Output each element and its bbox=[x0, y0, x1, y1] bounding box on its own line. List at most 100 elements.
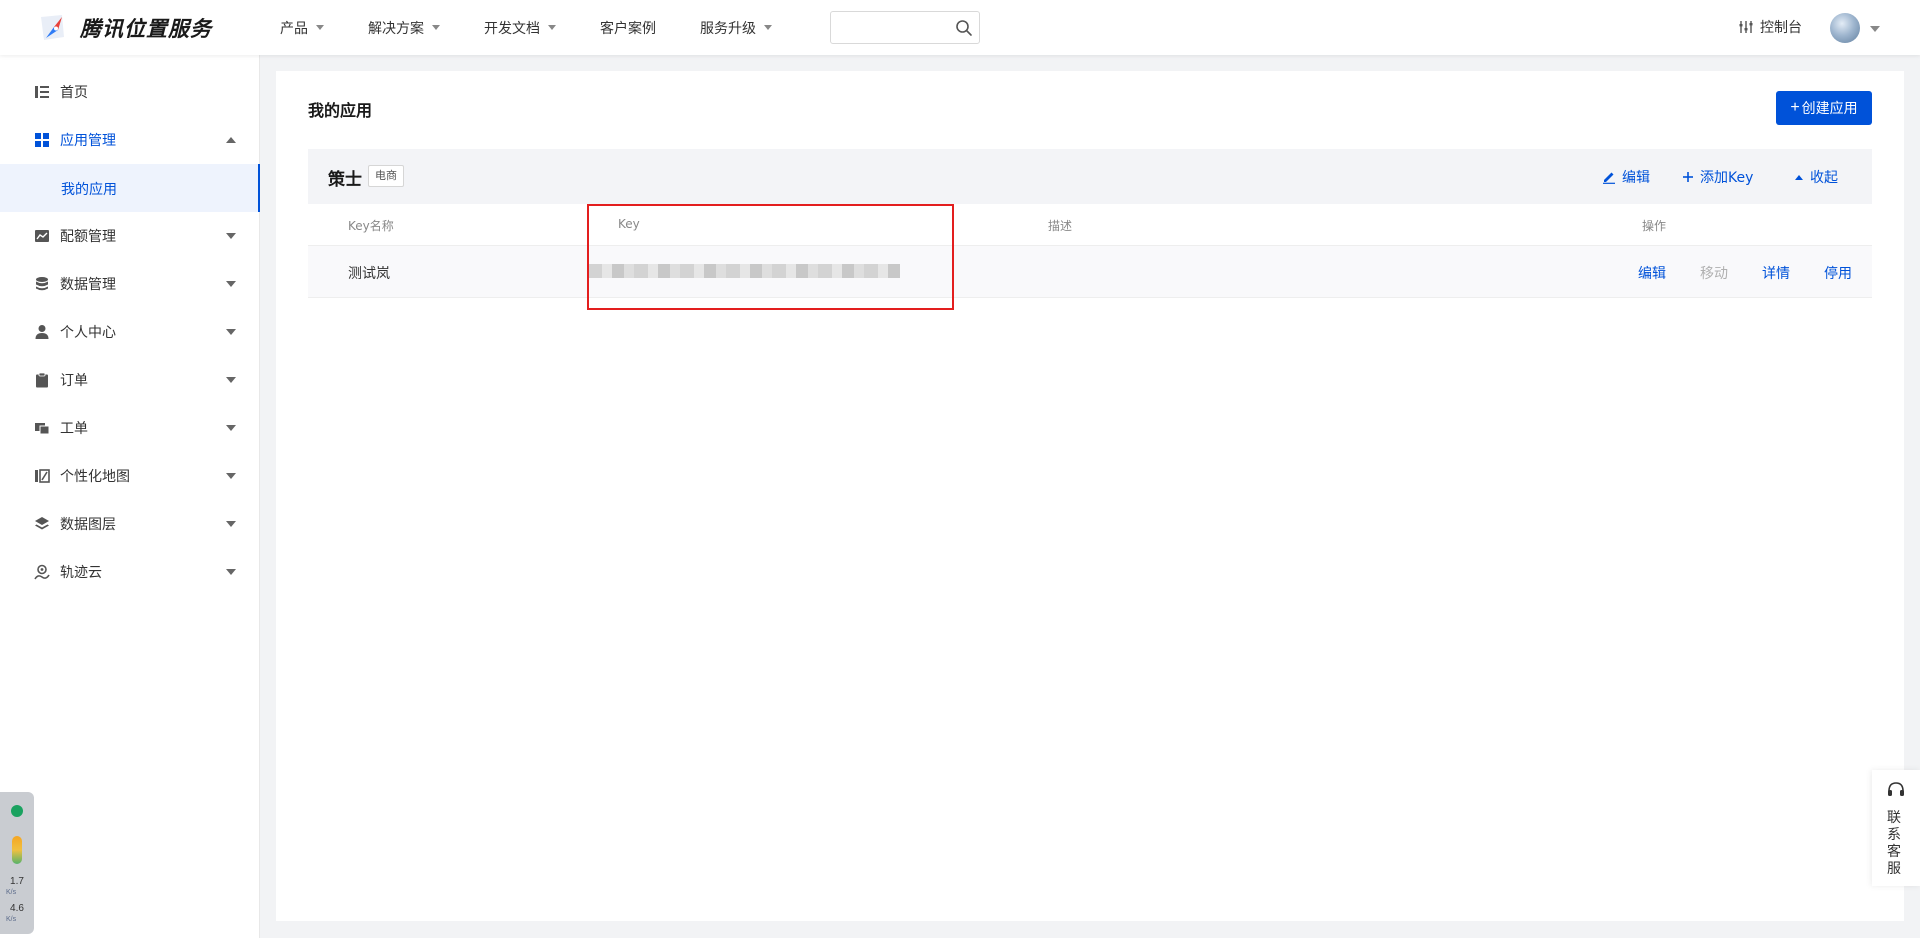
sidebar-item-label: 订单 bbox=[60, 373, 88, 389]
download-unit: K/s bbox=[6, 916, 17, 923]
download-speed: 4.6 bbox=[10, 903, 24, 914]
caret-down-icon bbox=[764, 25, 772, 30]
app-name: 策士 bbox=[328, 170, 362, 190]
caret-down-icon[interactable] bbox=[1870, 26, 1880, 32]
sidebar-item-track-cloud[interactable]: 轨迹云 bbox=[0, 548, 260, 596]
nav-label: 服务升级 bbox=[700, 20, 756, 37]
sidebar-item-quota[interactable]: 配额管理 bbox=[0, 212, 260, 260]
grid-icon bbox=[35, 133, 49, 147]
chevron-down-icon bbox=[226, 473, 236, 479]
chevron-up-icon bbox=[226, 137, 236, 143]
network-monitor-widget[interactable]: 1.7 K/s 4.6 K/s bbox=[0, 792, 34, 934]
caret-down-icon bbox=[316, 25, 324, 30]
table-row: 测试岚 编辑 移动 详情 停用 bbox=[308, 245, 1872, 298]
map-style-icon bbox=[35, 469, 50, 483]
app-card-header: 策士 电商 编辑 添加Key 收起 bbox=[308, 149, 1872, 204]
caret-up-icon bbox=[1795, 175, 1803, 180]
chevron-down-icon bbox=[226, 377, 236, 383]
sidebar-subitem-label: 我的应用 bbox=[61, 182, 117, 198]
status-dot-icon bbox=[11, 805, 23, 817]
row-details-button[interactable]: 详情 bbox=[1762, 263, 1790, 283]
sidebar-item-home[interactable]: 首页 bbox=[0, 68, 260, 116]
console-link[interactable]: 控制台 bbox=[1738, 17, 1802, 37]
sidebar-item-label: 首页 bbox=[60, 85, 88, 101]
sidebar-item-orders[interactable]: 订单 bbox=[0, 356, 260, 404]
nav-label: 客户案例 bbox=[600, 20, 656, 37]
collapse-label: 收起 bbox=[1810, 170, 1838, 186]
sidebar-subitem-my-apps[interactable]: 我的应用 bbox=[0, 164, 260, 212]
sidebar-item-label: 数据图层 bbox=[60, 517, 116, 533]
column-header-key-name: Key名称 bbox=[348, 219, 394, 233]
nav-label: 解决方案 bbox=[368, 20, 424, 37]
page-title: 我的应用 bbox=[308, 101, 373, 120]
nav-item-solutions[interactable]: 解决方案 bbox=[368, 18, 440, 38]
user-icon bbox=[35, 325, 49, 339]
add-key-button[interactable]: 添加Key bbox=[1682, 167, 1753, 187]
sidebar-item-data[interactable]: 数据管理 bbox=[0, 260, 260, 308]
chevron-down-icon bbox=[226, 425, 236, 431]
chevron-down-icon bbox=[226, 329, 236, 335]
headset-icon bbox=[1888, 782, 1904, 796]
create-app-button[interactable]: + 创建应用 bbox=[1776, 91, 1872, 125]
contact-support-button[interactable]: 联系客服 bbox=[1872, 770, 1920, 886]
main-panel: 我的应用 + 创建应用 策士 电商 编辑 添加Key 收起 Key名称 Key 描 bbox=[276, 71, 1904, 921]
logo[interactable]: 腾讯位置服务 bbox=[38, 10, 212, 46]
avatar[interactable] bbox=[1830, 13, 1860, 43]
sidebar-item-tickets[interactable]: 工单 bbox=[0, 404, 260, 452]
app-tag: 电商 bbox=[368, 165, 404, 187]
create-app-label: 创建应用 bbox=[1801, 100, 1858, 116]
sidebar-item-label: 轨迹云 bbox=[60, 565, 102, 581]
upload-speed: 1.7 bbox=[10, 876, 24, 887]
column-header-operations: 操作 bbox=[1642, 219, 1667, 233]
top-header: 腾讯位置服务 产品 解决方案 开发文档 客户案例 服务升级 控制台 bbox=[0, 0, 1920, 55]
console-label: 控制台 bbox=[1760, 20, 1802, 36]
sidebar-item-label: 应用管理 bbox=[60, 133, 116, 149]
sidebar-item-profile[interactable]: 个人中心 bbox=[0, 308, 260, 356]
row-move-button[interactable]: 移动 bbox=[1700, 263, 1728, 283]
sidebar-item-label: 个人中心 bbox=[60, 325, 116, 341]
upload-unit: K/s bbox=[6, 889, 17, 896]
add-key-label: 添加Key bbox=[1700, 170, 1754, 186]
edit-app-button[interactable]: 编辑 bbox=[1602, 167, 1650, 187]
nav-item-docs[interactable]: 开发文档 bbox=[484, 18, 556, 38]
edit-app-label: 编辑 bbox=[1622, 170, 1650, 186]
chevron-down-icon bbox=[226, 233, 236, 239]
sidebar-item-label: 数据管理 bbox=[60, 277, 116, 293]
sidebar-item-app-management[interactable]: 应用管理 bbox=[0, 116, 260, 164]
sidebar-item-label: 工单 bbox=[60, 421, 88, 437]
nav-item-upgrade[interactable]: 服务升级 bbox=[700, 18, 772, 38]
top-nav: 产品 解决方案 开发文档 客户案例 服务升级 bbox=[280, 0, 816, 55]
clipboard-icon bbox=[36, 372, 48, 388]
column-header-description: 描述 bbox=[1048, 219, 1073, 233]
chevron-down-icon bbox=[226, 521, 236, 527]
key-name-cell: 测试岚 bbox=[348, 266, 390, 282]
chevron-down-icon bbox=[226, 281, 236, 287]
sidebar-item-data-layers[interactable]: 数据图层 bbox=[0, 500, 260, 548]
collapse-button[interactable]: 收起 bbox=[1794, 167, 1838, 187]
logo-compass-icon bbox=[38, 13, 68, 43]
layers-icon bbox=[35, 517, 49, 530]
row-edit-button[interactable]: 编辑 bbox=[1638, 263, 1666, 283]
nav-label: 产品 bbox=[280, 20, 308, 37]
track-icon bbox=[34, 564, 50, 580]
caret-down-icon bbox=[548, 25, 556, 30]
row-disable-button[interactable]: 停用 bbox=[1824, 263, 1852, 283]
nav-item-cases[interactable]: 客户案例 bbox=[600, 18, 656, 38]
sliders-icon bbox=[1739, 21, 1753, 33]
plus-icon: + bbox=[1790, 99, 1800, 116]
sidebar-item-label: 配额管理 bbox=[60, 229, 116, 245]
pencil-icon bbox=[1603, 172, 1615, 184]
search-input[interactable] bbox=[839, 18, 949, 38]
highlight-box bbox=[587, 204, 954, 310]
search-box bbox=[830, 11, 980, 44]
caret-down-icon bbox=[432, 25, 440, 30]
level-bar-icon bbox=[12, 836, 22, 864]
nav-item-products[interactable]: 产品 bbox=[280, 18, 324, 38]
chart-icon bbox=[35, 230, 49, 242]
database-icon bbox=[36, 277, 48, 291]
sidebar-item-custom-map[interactable]: 个性化地图 bbox=[0, 452, 260, 500]
search-icon[interactable] bbox=[955, 19, 973, 37]
sidebar-item-label: 个性化地图 bbox=[60, 469, 130, 485]
ticket-icon bbox=[35, 423, 50, 435]
list-icon bbox=[35, 86, 49, 98]
